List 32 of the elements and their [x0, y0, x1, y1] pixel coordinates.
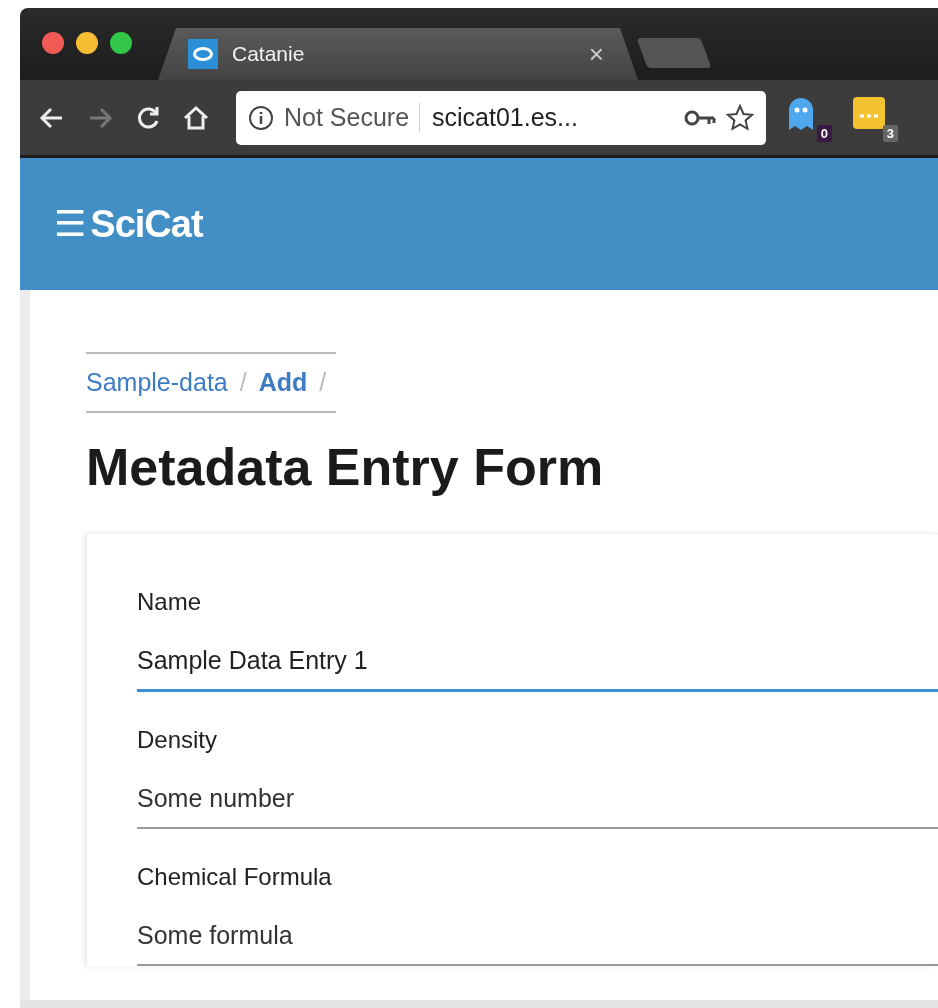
field-label: Density [137, 726, 219, 754]
security-label: Not Secure [284, 103, 410, 132]
input-field[interactable]: Sample Data Entry 1 [137, 616, 938, 692]
browser-tab[interactable]: Catanie × [158, 28, 638, 80]
close-window-button[interactable] [42, 32, 64, 54]
extension-button[interactable]: 0 [786, 93, 832, 142]
breadcrumb-separator: / [319, 368, 327, 397]
close-tab-button[interactable]: × [584, 38, 608, 70]
tab-title: Catanie [232, 42, 306, 66]
input-field[interactable]: Some number [137, 754, 938, 829]
zoom-window-button[interactable] [110, 32, 132, 54]
url-text: scicat01.es... [419, 103, 674, 132]
breadcrumb-link[interactable]: Sample-data [86, 368, 228, 397]
ghost-icon [786, 95, 816, 132]
input-field[interactable]: Some formula [137, 891, 938, 966]
favicon-icon [188, 39, 218, 69]
breadcrumb-link[interactable]: Add [258, 368, 308, 397]
extension-badge: 3 [882, 124, 898, 142]
breadcrumb-separator: / [239, 368, 247, 397]
address-bar[interactable]: Not Secure scicat01.es... [236, 90, 766, 145]
note-icon [852, 95, 886, 130]
field-label: Name [137, 588, 203, 616]
page-title: Metadata Entry Form [86, 437, 605, 497]
extension-button[interactable]: 3 [852, 93, 898, 142]
extension-badge: 0 [816, 124, 832, 142]
home-button[interactable] [182, 103, 210, 132]
app-title: SciCat [90, 202, 203, 246]
info-icon [248, 104, 274, 131]
field-label: Chemical Formula [137, 863, 333, 891]
menu-button[interactable]: ☰ [54, 206, 87, 242]
minimize-window-button[interactable] [76, 32, 98, 54]
bookmark-star-icon[interactable] [726, 103, 754, 132]
